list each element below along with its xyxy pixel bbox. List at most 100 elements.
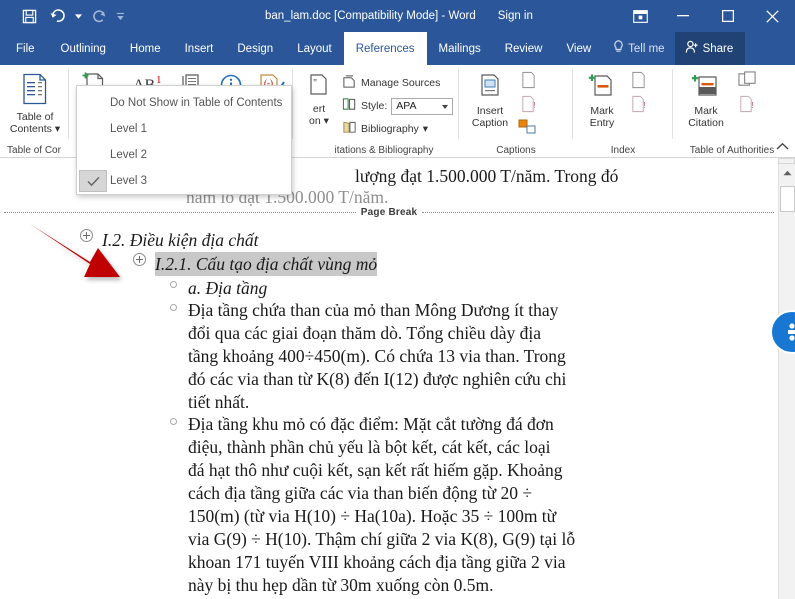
style-combobox[interactable]: APA (391, 97, 454, 115)
group-label-index: Index (610, 145, 636, 156)
save-icon[interactable] (16, 4, 42, 28)
scroll-up-arrow-icon[interactable] (779, 164, 795, 181)
chevron-down-icon: ▾ (54, 123, 61, 135)
ribbon-group-captions: Insert Caption ! Captions (460, 65, 572, 158)
update-index-button[interactable]: ! (630, 95, 647, 117)
svg-text:": " (313, 78, 317, 89)
doc-line: này bị thu hẹp dần từ 30m xuống còn 0.5m… (188, 575, 494, 595)
table-of-contents-icon (20, 73, 50, 109)
redo-icon[interactable] (86, 4, 112, 28)
tab-file[interactable]: File (0, 32, 49, 65)
insert-citation-label-line1: ert (312, 102, 326, 115)
insert-caption-label-line1: Insert (476, 104, 504, 117)
tell-me-search[interactable]: Tell me (603, 32, 674, 65)
outline-body-marker-icon[interactable] (170, 281, 177, 288)
ribbon-display-options-icon[interactable] (620, 0, 660, 32)
title-bar: ban_lam.doc [Compatibility Mode] - Word … (0, 0, 795, 32)
minimize-icon[interactable] (660, 0, 705, 32)
restore-icon[interactable] (705, 0, 750, 32)
doc-line: đổi qua các giai đoạn thăm dò. Tổng chiề… (188, 323, 541, 343)
insert-caption-button[interactable]: Insert Caption (466, 73, 514, 130)
share-button[interactable]: Share (674, 32, 746, 65)
insert-citation-label-line2: on ▾ (309, 115, 329, 127)
update-table-icon: ! (520, 95, 537, 117)
outline-body-marker-icon[interactable] (170, 418, 177, 425)
table-of-contents-button[interactable]: Table of Contents ▾ (6, 73, 64, 136)
manage-sources-button[interactable]: Manage Sources (342, 74, 440, 92)
manage-sources-label: Manage Sources (361, 77, 441, 89)
ribbon-separator (68, 69, 69, 139)
menu-item-label: Level 3 (110, 175, 148, 187)
svg-text:!: ! (751, 100, 753, 110)
bibliography-button[interactable]: Bibliography ▾ (342, 120, 428, 138)
tab-view[interactable]: View (554, 32, 603, 65)
mark-citation-icon (690, 73, 722, 103)
svg-text:!: ! (533, 100, 535, 110)
page-break-line-right (422, 211, 775, 213)
tab-home[interactable]: Home (118, 32, 173, 65)
doc-line: Địa tầng chứa than của mỏ than Mông Dươn… (188, 300, 559, 320)
customize-quick-access-toolbar-icon[interactable] (114, 4, 126, 28)
scrollbar-thumb[interactable] (780, 186, 795, 212)
update-table-button[interactable]: ! (520, 95, 537, 117)
mark-entry-icon (587, 73, 617, 103)
collapse-ribbon-icon[interactable] (776, 142, 789, 154)
doc-line: tiết nhất. (188, 392, 250, 412)
menu-item-do-not-show[interactable]: Do Not Show in Table of Contents (77, 90, 291, 116)
checkmark-slot (79, 92, 107, 114)
tab-references[interactable]: References (343, 32, 427, 65)
style-selector[interactable]: Style: APA (342, 97, 454, 115)
doc-line: đó các via than từ K(8) đến I(12) được n… (188, 369, 567, 389)
menu-item-label: Level 2 (110, 149, 148, 161)
menu-item-level-3[interactable]: Level 3 (77, 168, 291, 194)
insert-citation-button[interactable]: " ert on ▾ (298, 73, 340, 128)
insert-citation-icon: " (306, 73, 332, 101)
undo-dropdown-caret-icon[interactable] (72, 4, 84, 28)
update-index-icon: ! (630, 95, 647, 117)
insert-table-of-figures-icon (520, 71, 537, 93)
add-text-level-menu[interactable]: Do Not Show in Table of Contents Level 1… (76, 85, 292, 195)
close-icon[interactable] (750, 0, 795, 32)
ribbon-separator (292, 69, 293, 139)
insert-table-of-figures-button[interactable] (520, 71, 537, 93)
ribbon-separator (572, 69, 573, 139)
tab-outlining[interactable]: Outlining (49, 32, 118, 65)
menu-item-label: Level 1 (110, 123, 148, 135)
red-annotation-arrow (30, 224, 120, 277)
group-label-table-of-contents: Table of Cor (7, 145, 61, 156)
menu-item-level-2[interactable]: Level 2 (77, 142, 291, 168)
cross-reference-icon (518, 118, 538, 139)
insert-index-icon (630, 71, 647, 93)
mark-citation-label-line1: Mark (694, 104, 718, 117)
tab-review[interactable]: Review (493, 32, 555, 65)
outline-body-marker-icon[interactable] (170, 304, 177, 311)
tab-design[interactable]: Design (225, 32, 285, 65)
group-label-citations: itations & Bibliography (334, 145, 434, 156)
style-label: Style: (361, 100, 388, 112)
insert-table-of-authorities-button[interactable] (738, 71, 757, 93)
doc-line: via G(9) ÷ H(10). Thậm chí giữa 2 via K(… (188, 529, 576, 549)
chevron-down-icon[interactable] (442, 104, 449, 109)
doc-line: cách địa tầng giữa các via than biến độn… (188, 483, 532, 503)
ribbon-group-citations: " ert on ▾ Manage Sources Style: APA Bib… (294, 65, 474, 158)
tab-mailings[interactable]: Mailings (427, 32, 493, 65)
cross-reference-button[interactable] (518, 118, 538, 139)
tab-layout[interactable]: Layout (285, 32, 344, 65)
undo-icon[interactable] (44, 4, 70, 28)
tab-insert[interactable]: Insert (173, 32, 226, 65)
doc-line: tầng khoảng 400÷450(m). Có chứa 13 via t… (188, 346, 566, 366)
mark-citation-button[interactable]: Mark Citation (680, 73, 732, 130)
chevron-down-icon[interactable]: ▾ (423, 123, 428, 135)
page-break-marker: Page Break (4, 204, 775, 220)
insert-index-button[interactable] (630, 71, 647, 93)
update-table-of-authorities-button[interactable]: ! (738, 95, 755, 117)
manage-sources-icon (342, 74, 357, 92)
svg-text:!: ! (643, 100, 645, 110)
insert-caption-icon (476, 73, 504, 103)
sign-in-link[interactable]: Sign in (498, 10, 533, 22)
menu-item-level-1[interactable]: Level 1 (77, 116, 291, 142)
bibliography-icon (342, 120, 357, 138)
table-of-contents-label-line1: Table of (16, 110, 54, 123)
vertical-scrollbar[interactable] (778, 164, 795, 599)
mark-entry-button[interactable]: Mark Entry (580, 73, 624, 130)
